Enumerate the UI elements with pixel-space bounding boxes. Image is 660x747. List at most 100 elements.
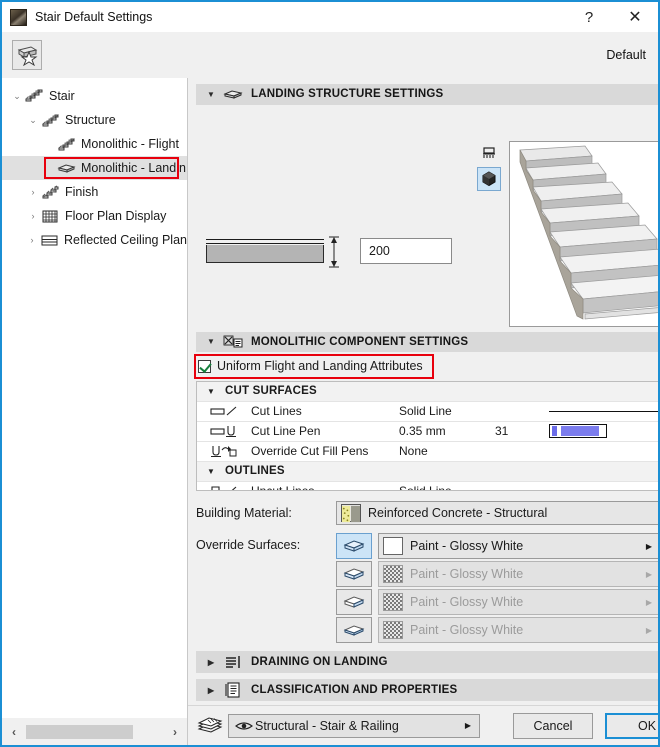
surface-top-icon[interactable] [336,533,372,559]
surface-swatch [383,593,403,611]
attribute-group-outlines[interactable]: ▼ OUTLINES [197,461,658,482]
surface-edge-icon[interactable] [336,617,372,643]
tree-label-monolithic-landing: Monolithic - Landin [81,161,186,175]
override-surface-combobox-3[interactable]: Paint - Glossy White ▶ [378,589,658,615]
surface-side-icon[interactable] [336,561,372,587]
override-surface-comboboxes: Paint - Glossy White ▶ Paint - Glossy Wh… [378,533,658,645]
tree-item-structure[interactable]: ⌄ Structure [2,108,187,132]
attributes-list[interactable]: ▼ CUT SURFACES Cut Lines Solid Line Cut … [196,380,658,491]
chevron-down-icon[interactable]: ▼ [204,90,218,99]
scroll-track[interactable] [26,724,163,739]
chevron-down-icon[interactable]: ▼ [197,467,225,476]
section-header-landing-structure[interactable]: ▼ LANDING STRUCTURE SETTINGS [196,84,658,105]
title-bar: Stair Default Settings ? ✕ [2,2,658,32]
override-surface-combobox-4[interactable]: Paint - Glossy White ▶ [378,617,658,643]
reflected-ceiling-plan-icon [39,231,59,249]
settings-tree-pane: ⌄ Stair ⌄ Structure Monolithic - Flight … [2,78,188,745]
tree-label-reflected-ceiling-plan: Reflected Ceiling Plan [64,233,187,247]
help-button[interactable]: ? [566,2,612,32]
attribute-row-cut-line-pen[interactable]: Cut Line Pen 0.35 mm 31 [197,422,658,442]
scroll-thumb[interactable] [26,724,133,739]
collapsed-sections: ▶ DRAINING ON LANDING ▶ CLASSIFICATION A… [196,645,658,701]
tree-item-monolithic-flight[interactable]: Monolithic - Flight [2,132,187,156]
attribute-group-cut-surfaces[interactable]: ▼ CUT SURFACES [197,381,658,402]
section-header-monolithic-component[interactable]: ▼ MONOLITHIC COMPONENT SETTINGS [196,331,658,353]
favorites-button[interactable] [12,39,42,70]
section-title-landing-structure: LANDING STRUCTURE SETTINGS [251,88,444,101]
attribute-value-override-cut-fill-pens: None [399,444,428,459]
classification-icon [223,681,243,699]
finish-icon [40,183,60,201]
tree-item-finish[interactable]: › Finish [2,180,187,204]
twisty-floor-plan-display[interactable]: › [26,204,40,228]
surface-swatch [383,621,403,639]
attribute-row-uncut-lines[interactable]: Uncut Lines Solid Line [197,482,658,490]
override-surfaces-row: Override Surfaces: Paint - Glossy White … [196,533,658,645]
chevron-right-icon[interactable]: ▶ [642,542,656,551]
stair-app-icon [10,8,27,26]
dialog-body: ⌄ Stair ⌄ Structure Monolithic - Flight … [2,78,658,745]
chevron-right-icon[interactable]: ▶ [461,721,475,730]
group-label-outlines: OUTLINES [225,465,285,478]
stair-preview-render [510,141,658,326]
chevron-down-icon[interactable]: ▼ [204,337,218,346]
attribute-line-preview [549,410,658,412]
twisty-stair[interactable]: ⌄ [10,84,24,108]
2d-view-icon[interactable] [477,141,501,165]
override-cut-fill-pens-icon [197,444,251,458]
uncut-lines-icon [197,484,251,490]
landing-thickness-input[interactable]: 200 [360,237,452,264]
cancel-button[interactable]: Cancel [513,712,593,739]
attribute-name-cut-lines: Cut Lines [251,404,302,419]
stair-3d-preview[interactable] [509,140,658,327]
chevron-right-icon[interactable]: ▶ [642,626,656,635]
chevron-right-icon[interactable]: ▶ [642,570,656,579]
monolithic-component-icon [223,333,243,351]
monolithic-landing-icon [56,159,76,177]
monolithic-flight-icon [56,135,76,153]
ok-button[interactable]: OK [605,712,658,739]
eye-icon [233,720,255,732]
chevron-right-icon[interactable]: ▶ [642,598,656,607]
chevron-right-icon[interactable]: ▶ [204,658,218,667]
chevron-right-icon[interactable]: ▶ [204,686,218,695]
override-surface-combobox-1[interactable]: Paint - Glossy White ▶ [378,533,658,559]
attribute-pen-swatch[interactable] [549,424,658,439]
tree-item-reflected-ceiling-plan[interactable]: › Reflected Ceiling Plan [2,228,188,252]
attributes-rows: ▼ CUT SURFACES Cut Lines Solid Line Cut … [197,381,658,490]
tree-item-stair[interactable]: ⌄ Stair [2,84,187,108]
layer-value: Structural - Stair & Railing [255,718,399,733]
section-header-draining-on-landing[interactable]: ▶ DRAINING ON LANDING [196,651,658,673]
scroll-right-arrow[interactable]: › [163,719,187,745]
structure-icon [40,111,60,129]
twisty-structure[interactable]: ⌄ [26,108,40,132]
attribute-name-cut-line-pen: Cut Line Pen [251,424,321,439]
twisty-finish[interactable]: › [26,180,40,204]
override-surface-combobox-2[interactable]: Paint - Glossy White ▶ [378,561,658,587]
window-title: Stair Default Settings [35,10,153,24]
section-header-classification-and-properties[interactable]: ▶ CLASSIFICATION AND PROPERTIES [196,679,658,701]
close-button[interactable]: ✕ [612,2,658,32]
section-title-monolithic-component: MONOLITHIC COMPONENT SETTINGS [251,335,469,348]
dimension-arrow-icon [326,235,342,268]
attribute-name-uncut-lines: Uncut Lines [251,484,399,490]
attribute-row-override-cut-fill-pens[interactable]: Override Cut Fill Pens None [197,442,658,462]
building-material-combobox[interactable]: Reinforced Concrete - Structural ▶ [336,501,658,525]
override-surface-value-4: Paint - Glossy White [410,623,524,637]
attribute-row-cut-lines[interactable]: Cut Lines Solid Line [197,402,658,422]
chevron-down-icon[interactable]: ▼ [197,387,225,396]
tree-item-floor-plan-display[interactable]: › Floor Plan Display [2,204,187,228]
uniform-attributes-label: Uniform Flight and Landing Attributes [217,359,423,374]
override-surfaces-label: Override Surfaces: [196,538,301,552]
tree-label-monolithic-flight: Monolithic - Flight [81,137,179,151]
tree-horizontal-scrollbar[interactable]: ‹ › [2,717,187,745]
surface-bottom-icon[interactable] [336,589,372,615]
layer-combobox[interactable]: Structural - Stair & Railing ▶ [228,713,480,738]
uniform-attributes-checkbox[interactable] [198,359,211,373]
tree-item-monolithic-landing[interactable]: Monolithic - Landin [2,156,187,180]
3d-view-icon[interactable] [477,166,501,191]
favorites-star-icon [17,45,38,66]
uniform-attributes-row[interactable]: Uniform Flight and Landing Attributes [194,354,658,380]
twisty-reflected-ceiling-plan[interactable]: › [25,228,39,252]
scroll-left-arrow[interactable]: ‹ [2,719,26,745]
